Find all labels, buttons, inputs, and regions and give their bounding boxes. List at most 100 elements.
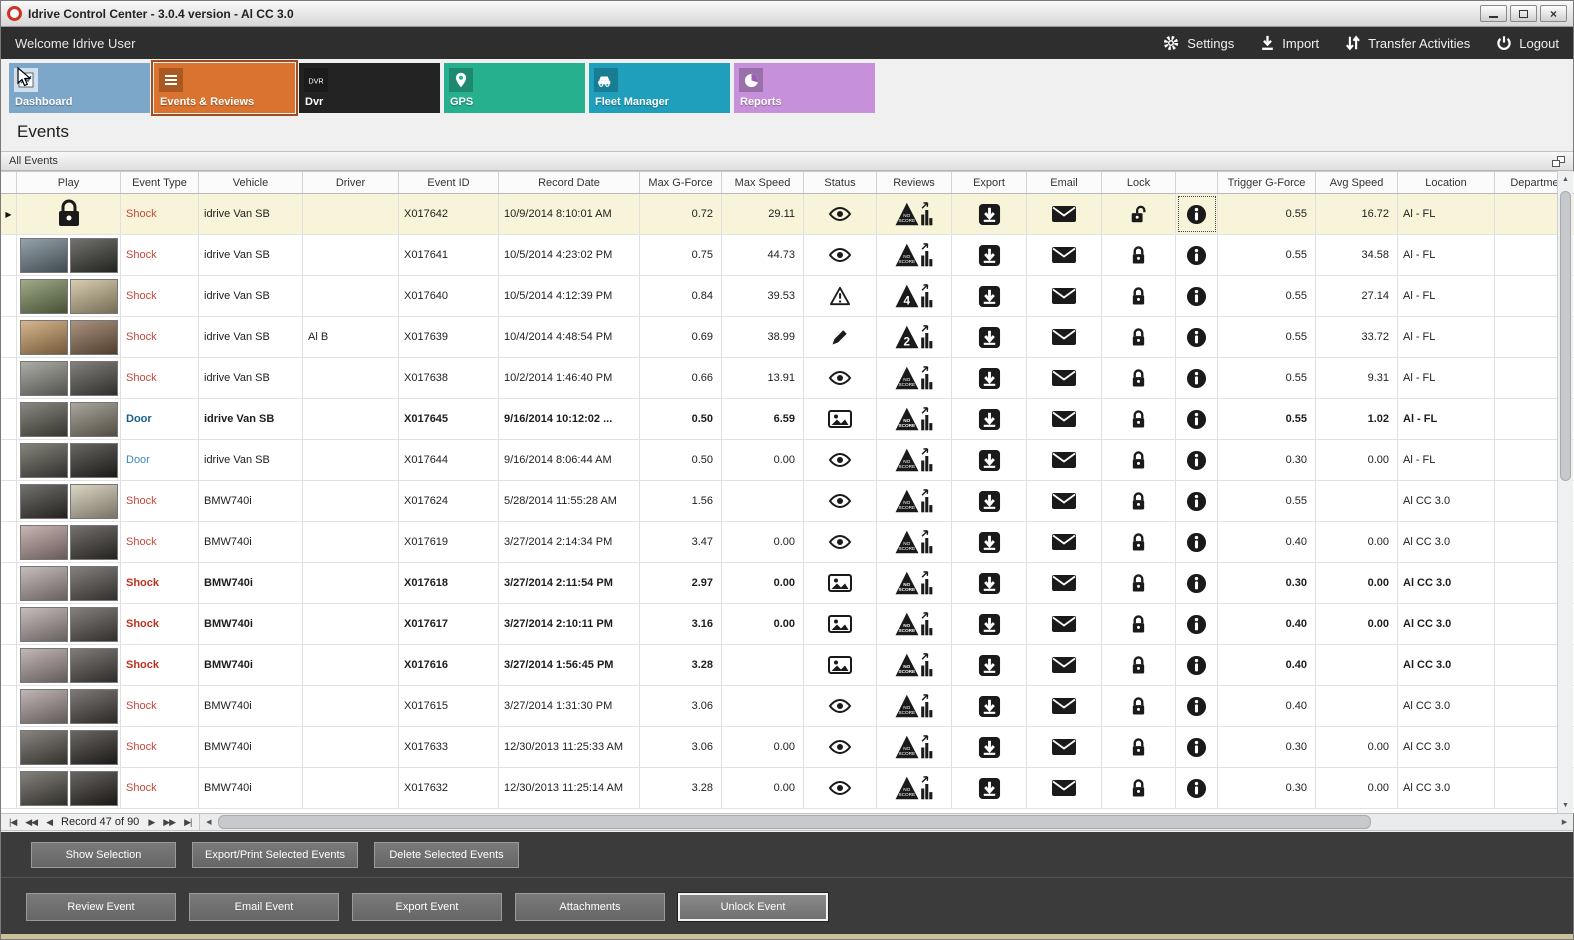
review-score-icon[interactable]: NO SCORE <box>895 201 933 228</box>
rear-camera-thumbnail[interactable] <box>69 278 118 314</box>
event-video-thumbnails[interactable] <box>19 442 118 478</box>
info-icon[interactable] <box>1186 245 1207 266</box>
table-row[interactable]: Shock BMW740i X017616 3/27/2014 1:56:45 PM 3… <box>1 645 1574 686</box>
unlock-event-button[interactable]: Unlock Event <box>678 892 828 921</box>
lock-icon[interactable] <box>1130 450 1147 471</box>
column-header-driver[interactable]: Driver <box>303 172 399 193</box>
export-icon[interactable] <box>978 654 1001 677</box>
email-event-button[interactable]: Email Event <box>189 892 339 921</box>
info-icon[interactable] <box>1186 491 1207 512</box>
lock-icon[interactable] <box>1130 286 1147 307</box>
prev-page-button[interactable]: ◀◀ <box>25 817 38 828</box>
vertical-scrollbar[interactable]: ▲ ▼ <box>1557 171 1573 813</box>
email-icon[interactable] <box>1051 205 1077 223</box>
first-record-button[interactable]: |◀ <box>9 817 17 828</box>
logout-button[interactable]: Logout <box>1496 34 1559 52</box>
export-icon[interactable] <box>978 777 1001 800</box>
export-print-selected-events-button[interactable]: Export/Print Selected Events <box>192 841 359 868</box>
review-score-icon[interactable]: NO SCORE <box>895 365 933 392</box>
front-camera-thumbnail[interactable] <box>19 237 68 273</box>
info-icon[interactable] <box>1186 778 1207 799</box>
front-camera-thumbnail[interactable] <box>19 360 68 396</box>
review-score-icon[interactable]: NO SCORE <box>895 652 933 679</box>
column-header-status[interactable]: Status <box>804 172 877 193</box>
column-header-event-id[interactable]: Event ID <box>399 172 499 193</box>
column-header-vehicle[interactable]: Vehicle <box>199 172 303 193</box>
transfer-activities-button[interactable]: Transfer Activities <box>1345 34 1470 52</box>
review-score-icon[interactable]: NO SCORE <box>895 693 933 720</box>
lock-icon[interactable] <box>1130 778 1147 799</box>
info-icon[interactable] <box>1186 409 1207 430</box>
column-header-avg-speed[interactable]: Avg Speed <box>1316 172 1398 193</box>
event-video-thumbnails[interactable] <box>19 565 118 601</box>
delete-selected-events-button[interactable]: Delete Selected Events <box>374 841 520 868</box>
export-icon[interactable] <box>978 244 1001 267</box>
lock-icon[interactable] <box>1130 532 1147 553</box>
export-event-button[interactable]: Export Event <box>352 892 502 921</box>
lock-icon[interactable] <box>1130 696 1147 717</box>
review-score-icon[interactable]: NO SCORE <box>895 488 933 515</box>
front-camera-thumbnail[interactable] <box>19 524 68 560</box>
front-camera-thumbnail[interactable] <box>19 442 68 478</box>
table-row[interactable]: Door idrive Van SB X017645 9/16/2014 10:12:… <box>1 399 1574 440</box>
export-icon[interactable] <box>978 613 1001 636</box>
close-button[interactable]: × <box>1540 5 1567 22</box>
rear-camera-thumbnail[interactable] <box>69 647 118 683</box>
email-icon[interactable] <box>1051 533 1077 551</box>
table-row[interactable]: Shock idrive Van SB X017641 10/5/2014 4:23:… <box>1 235 1574 276</box>
rear-camera-thumbnail[interactable] <box>69 606 118 642</box>
lock-icon[interactable] <box>1130 573 1147 594</box>
email-icon[interactable] <box>1051 369 1077 387</box>
event-video-thumbnails[interactable] <box>19 688 118 724</box>
table-row[interactable]: Shock BMW740i X017632 12/30/2013 11:25:14 A… <box>1 768 1574 809</box>
table-row[interactable]: Shock BMW740i X017633 12/30/2013 11:25:33 A… <box>1 727 1574 768</box>
table-row[interactable]: Shock BMW740i X017615 3/27/2014 1:31:30 PM 3… <box>1 686 1574 727</box>
lock-icon[interactable] <box>1130 409 1147 430</box>
export-icon[interactable] <box>978 736 1001 759</box>
group-header[interactable]: All Events <box>1 151 1573 171</box>
lock-icon[interactable] <box>1130 655 1147 676</box>
email-icon[interactable] <box>1051 656 1077 674</box>
front-camera-thumbnail[interactable] <box>19 606 68 642</box>
column-header-max-g-force[interactable]: Max G-Force <box>640 172 722 193</box>
prev-record-button[interactable]: ◀ <box>46 817 53 828</box>
review-score-icon[interactable]: NO SCORE <box>895 570 933 597</box>
front-camera-thumbnail[interactable] <box>19 401 68 437</box>
horizontal-scroll-thumb[interactable] <box>218 815 1372 829</box>
front-camera-thumbnail[interactable] <box>19 647 68 683</box>
email-icon[interactable] <box>1051 287 1077 305</box>
horizontal-scrollbar[interactable]: ◀ ▶ <box>199 814 1573 830</box>
column-header-event-type[interactable]: Event Type <box>121 172 199 193</box>
event-video-thumbnails[interactable] <box>19 278 118 314</box>
scroll-down-icon[interactable]: ▼ <box>1558 797 1573 813</box>
column-header-trigger-g-force[interactable]: Trigger G-Force <box>1218 172 1316 193</box>
rear-camera-thumbnail[interactable] <box>69 360 118 396</box>
table-row[interactable]: Shock idrive Van SB X017638 10/2/2014 1:46:… <box>1 358 1574 399</box>
expand-group-icon[interactable] <box>1552 155 1565 167</box>
rear-camera-thumbnail[interactable] <box>69 319 118 355</box>
event-video-thumbnails[interactable] <box>19 483 118 519</box>
tab-reports[interactable]: Reports <box>734 63 875 113</box>
event-video-thumbnails[interactable] <box>19 770 118 806</box>
info-icon[interactable] <box>1186 696 1207 717</box>
table-row[interactable]: Shock idrive Van SB Al B X017639 10/4/2014 4… <box>1 317 1574 358</box>
column-header-email[interactable]: Email <box>1027 172 1102 193</box>
front-camera-thumbnail[interactable] <box>19 565 68 601</box>
table-row[interactable]: Shock BMW740i X017617 3/27/2014 2:10:11 PM 3… <box>1 604 1574 645</box>
info-icon[interactable] <box>1186 655 1207 676</box>
lock-icon[interactable] <box>1130 737 1147 758</box>
email-icon[interactable] <box>1051 451 1077 469</box>
tab-fleet-manager[interactable]: Fleet Manager <box>589 63 730 113</box>
column-header-max-speed[interactable]: Max Speed <box>722 172 804 193</box>
lock-icon[interactable] <box>1130 327 1147 348</box>
unlock-icon[interactable] <box>1129 204 1148 225</box>
export-icon[interactable] <box>978 326 1001 349</box>
review-score-icon[interactable]: NO SCORE <box>895 406 933 433</box>
event-video-thumbnails[interactable] <box>19 729 118 765</box>
email-icon[interactable] <box>1051 492 1077 510</box>
review-score-icon[interactable]: NO SCORE <box>895 611 933 638</box>
review-score-icon[interactable]: NO SCORE <box>895 529 933 556</box>
email-icon[interactable] <box>1051 574 1077 592</box>
next-record-button[interactable]: ▶ <box>148 817 155 828</box>
scroll-right-icon[interactable]: ▶ <box>1556 818 1573 826</box>
